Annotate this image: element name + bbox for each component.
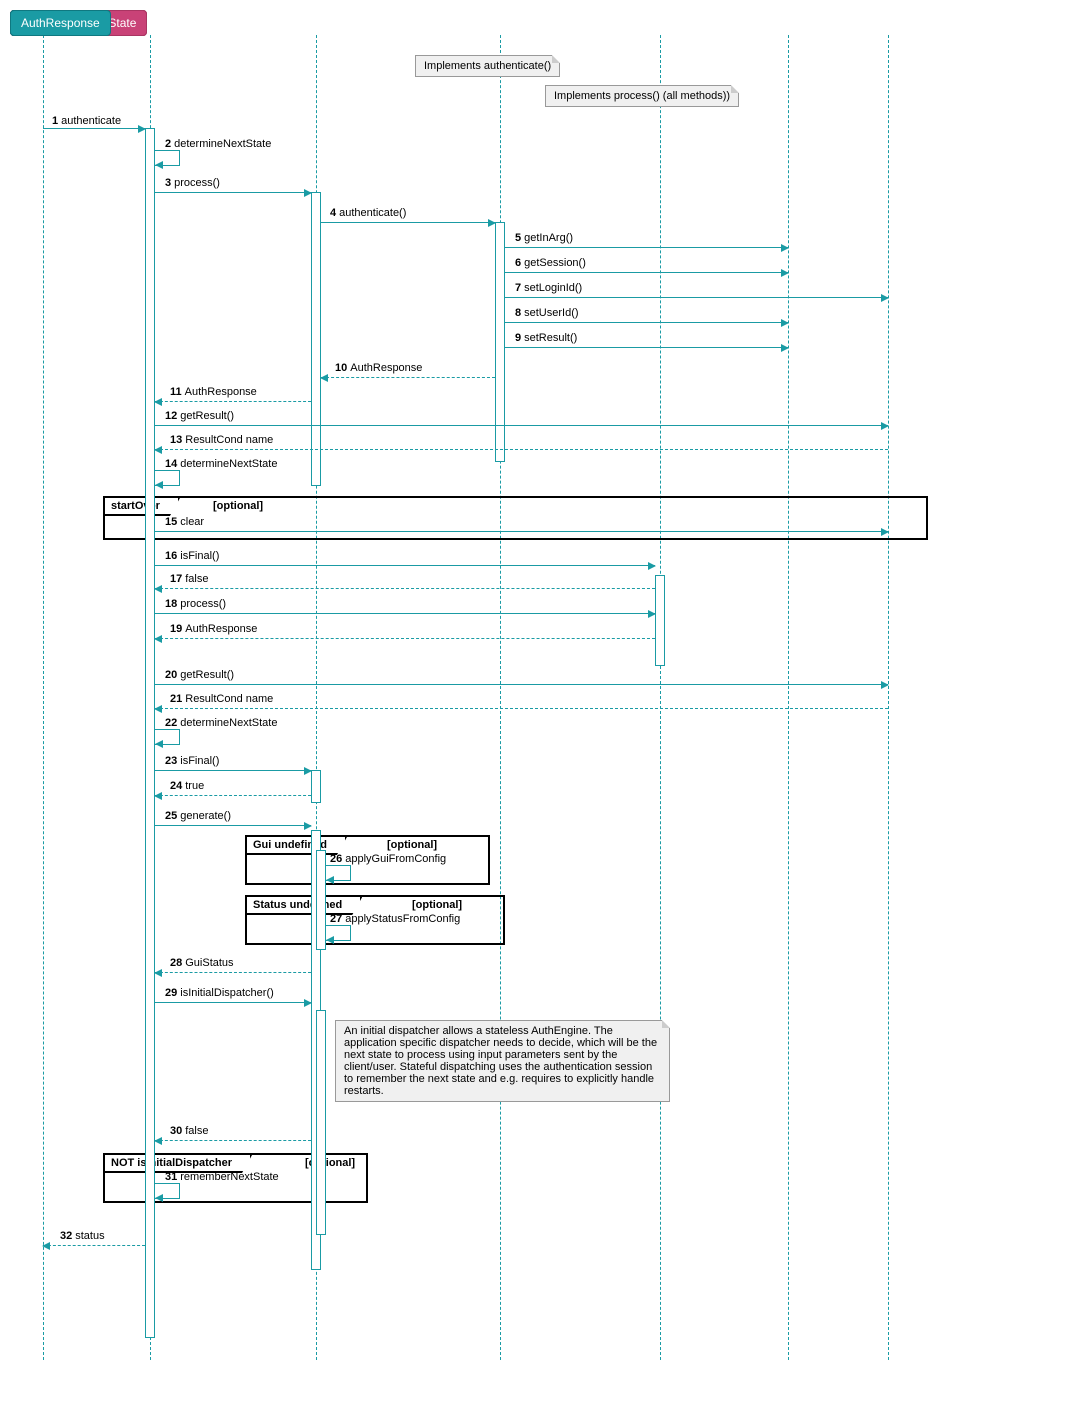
arrow-self bbox=[155, 150, 180, 166]
msg-18: 18process() bbox=[165, 598, 226, 610]
msg-10: 10AuthResponse bbox=[335, 362, 422, 374]
arrow bbox=[155, 192, 311, 193]
arrow bbox=[155, 1140, 311, 1141]
activation bbox=[145, 128, 155, 1338]
msg-23: 23isFinal() bbox=[165, 755, 219, 767]
arrow bbox=[155, 588, 655, 589]
arrow-self bbox=[155, 729, 180, 745]
arrow bbox=[155, 638, 655, 639]
msg-14: 14determineNextState bbox=[165, 458, 277, 470]
fragment-startover: startOver [optional] bbox=[103, 496, 928, 540]
activation bbox=[655, 575, 665, 666]
arrow bbox=[505, 347, 788, 348]
msg-30: 30false bbox=[170, 1125, 209, 1137]
arrow bbox=[155, 531, 888, 532]
msg-19: 19AuthResponse bbox=[170, 623, 257, 635]
lifeline bbox=[660, 35, 661, 1360]
msg-13: 13ResultCond name bbox=[170, 434, 273, 446]
arrow bbox=[43, 1245, 145, 1246]
msg-22: 22determineNextState bbox=[165, 717, 277, 729]
note-implements-process: Implements process() (all methods)) bbox=[545, 85, 739, 107]
msg-2: 2determineNextState bbox=[165, 138, 271, 150]
arrow bbox=[155, 1002, 311, 1003]
msg-28: 28GuiStatus bbox=[170, 957, 234, 969]
arrow bbox=[155, 770, 311, 771]
msg-3: 3process() bbox=[165, 177, 220, 189]
lifeline bbox=[43, 35, 44, 1360]
msg-26: 26applyGuiFromConfig bbox=[330, 853, 446, 865]
arrow bbox=[155, 684, 888, 685]
arrow bbox=[321, 222, 495, 223]
msg-9: 9setResult() bbox=[515, 332, 577, 344]
msg-16: 16isFinal() bbox=[165, 550, 219, 562]
arrow-self bbox=[155, 470, 180, 486]
arrow bbox=[155, 613, 655, 614]
msg-6: 6getSession() bbox=[515, 257, 586, 269]
note-dispatcher: An initial dispatcher allows a stateless… bbox=[335, 1020, 670, 1102]
note-implements-authenticate: Implements authenticate() bbox=[415, 55, 560, 77]
msg-4: 4authenticate() bbox=[330, 207, 406, 219]
arrow bbox=[155, 825, 311, 826]
msg-24: 24true bbox=[170, 780, 204, 792]
arrow bbox=[155, 795, 311, 796]
msg-15: 15clear bbox=[165, 516, 204, 528]
arrow-self bbox=[326, 925, 351, 941]
arrow-self bbox=[155, 1183, 180, 1199]
msg-1: 1authenticate bbox=[52, 115, 121, 127]
activation bbox=[316, 1010, 326, 1235]
arrow bbox=[155, 401, 311, 402]
arrow bbox=[321, 377, 495, 378]
msg-25: 25generate() bbox=[165, 810, 231, 822]
sequence-diagram: nevisProxy AuthEngine abstract:AuthState… bbox=[10, 10, 1072, 1410]
arrow bbox=[155, 425, 888, 426]
arrow bbox=[505, 272, 788, 273]
participant-authresponse-b: AuthResponse bbox=[10, 10, 111, 36]
lifeline bbox=[888, 35, 889, 1360]
msg-12: 12getResult() bbox=[165, 410, 234, 422]
msg-29: 29isInitialDispatcher() bbox=[165, 987, 274, 999]
msg-11: 11AuthResponse bbox=[170, 386, 257, 398]
msg-7: 7setLoginId() bbox=[515, 282, 582, 294]
activation bbox=[311, 770, 321, 803]
msg-8: 8setUserId() bbox=[515, 307, 579, 319]
msg-27: 27applyStatusFromConfig bbox=[330, 913, 460, 925]
activation bbox=[316, 850, 326, 950]
msg-20: 20getResult() bbox=[165, 669, 234, 681]
msg-17: 17false bbox=[170, 573, 209, 585]
activation bbox=[495, 222, 505, 462]
arrow bbox=[155, 449, 888, 450]
msg-32: 32status bbox=[60, 1230, 105, 1242]
arrow bbox=[155, 972, 311, 973]
arrow bbox=[505, 297, 888, 298]
arrow-self bbox=[326, 865, 351, 881]
lifeline bbox=[788, 35, 789, 1360]
arrow bbox=[505, 322, 788, 323]
msg-21: 21ResultCond name bbox=[170, 693, 273, 705]
msg-31: 31rememberNextState bbox=[165, 1171, 279, 1183]
arrow bbox=[505, 247, 788, 248]
arrow bbox=[155, 565, 655, 566]
arrow bbox=[43, 128, 145, 129]
msg-5: 5getInArg() bbox=[515, 232, 573, 244]
arrow bbox=[155, 708, 888, 709]
activation bbox=[311, 192, 321, 486]
